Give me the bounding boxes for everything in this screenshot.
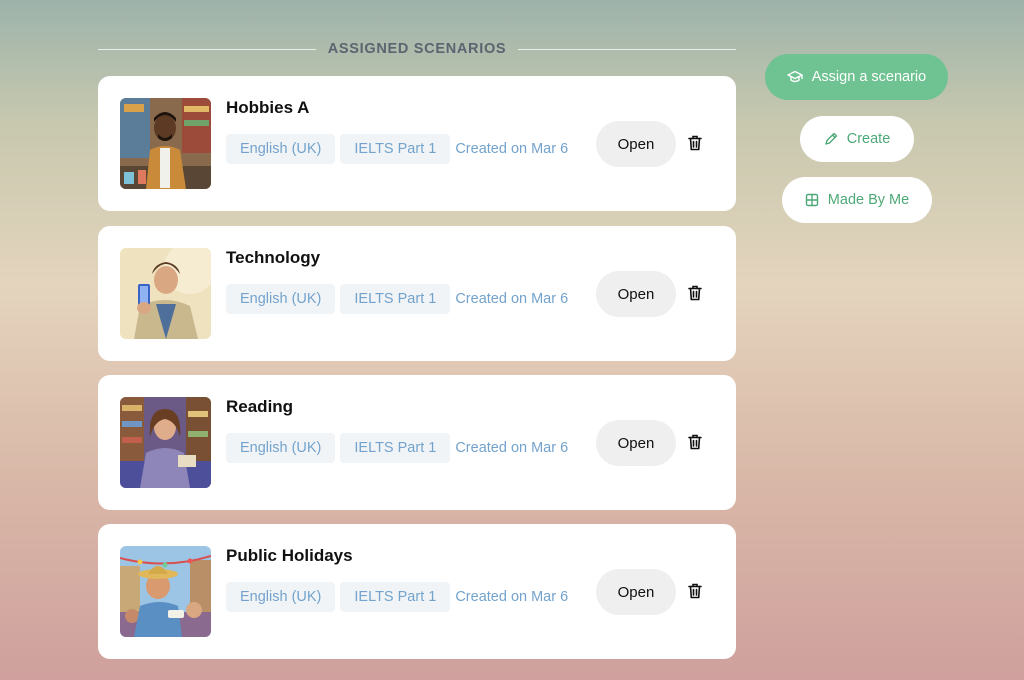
open-button[interactable]: Open: [596, 420, 676, 466]
language-tag: English (UK): [226, 433, 336, 463]
scenario-title: Hobbies A: [226, 98, 310, 117]
grid-icon: [805, 193, 819, 207]
scenario-title: Public Holidays: [226, 546, 353, 565]
made-by-me-label: Made By Me: [827, 192, 910, 208]
scenario-card-reading: Reading English (UK) IELTS Part 1 Create…: [98, 375, 736, 510]
level-tag: IELTS Part 1: [340, 134, 451, 164]
language-tag: English (UK): [226, 582, 336, 612]
scenario-card-hobbies: Hobbies A English (UK) IELTS Part 1 Crea…: [98, 76, 736, 211]
scenario-card-public-holidays: Public Holidays English (UK) IELTS Part …: [98, 524, 736, 659]
open-button[interactable]: Open: [596, 569, 676, 615]
trash-icon[interactable]: [686, 582, 704, 600]
scenario-title: Technology: [226, 248, 321, 267]
woman-in-library-image: [120, 397, 211, 488]
trash-icon[interactable]: [686, 433, 704, 451]
scenario-tags: English (UK) IELTS Part 1 Created on Mar…: [226, 433, 568, 463]
language-tag: English (UK): [226, 284, 336, 314]
open-button[interactable]: Open: [596, 271, 676, 317]
trash-icon[interactable]: [686, 134, 704, 152]
scenario-tags: English (UK) IELTS Part 1 Created on Mar…: [226, 134, 568, 164]
created-date: Created on Mar 6: [455, 589, 569, 605]
level-tag: IELTS Part 1: [340, 284, 451, 314]
section-header: ASSIGNED SCENARIOS: [98, 38, 737, 60]
created-date: Created on Mar 6: [455, 141, 569, 157]
scenario-title: Reading: [226, 397, 294, 416]
trash-icon[interactable]: [686, 284, 704, 302]
man-holding-phone-image: [120, 248, 211, 339]
create-label: Create: [846, 131, 891, 147]
scenario-tags: English (UK) IELTS Part 1 Created on Mar…: [226, 582, 568, 612]
man-at-festival-image: [120, 546, 211, 637]
pencil-icon: [824, 132, 838, 146]
create-button[interactable]: Create: [800, 116, 914, 162]
open-button[interactable]: Open: [596, 121, 676, 167]
assign-scenario-button[interactable]: Assign a scenario: [765, 54, 948, 100]
graduation-cap-icon: [787, 70, 803, 84]
created-date: Created on Mar 6: [455, 440, 569, 456]
section-title: ASSIGNED SCENARIOS: [327, 41, 507, 57]
level-tag: IELTS Part 1: [340, 433, 451, 463]
scenario-tags: English (UK) IELTS Part 1 Created on Mar…: [226, 284, 568, 314]
made-by-me-button[interactable]: Made By Me: [782, 177, 932, 223]
scenario-card-technology: Technology English (UK) IELTS Part 1 Cre…: [98, 226, 736, 361]
divider-left: [98, 48, 316, 50]
created-date: Created on Mar 6: [455, 291, 569, 307]
man-with-crafts-image: [120, 98, 211, 189]
language-tag: English (UK): [226, 134, 336, 164]
divider-right: [518, 48, 737, 50]
assign-scenario-label: Assign a scenario: [811, 69, 927, 85]
level-tag: IELTS Part 1: [340, 582, 451, 612]
